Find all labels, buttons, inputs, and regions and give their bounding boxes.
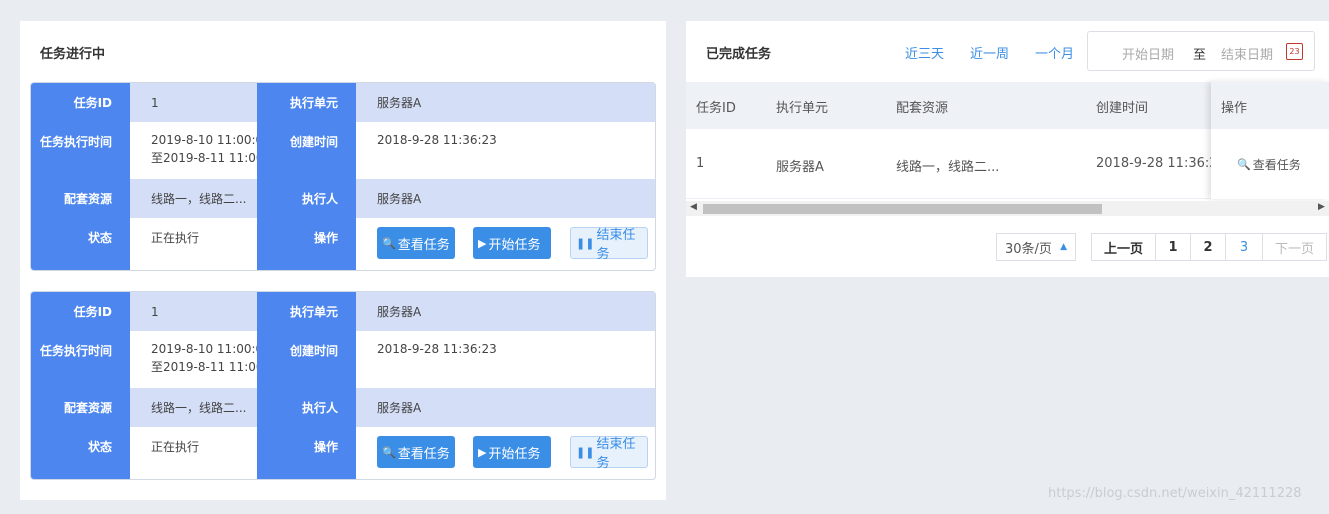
scroll-thumb[interactable]	[703, 204, 1102, 214]
label-action: 操作	[257, 218, 356, 270]
value-task-id: 1	[130, 292, 257, 331]
scroll-left-arrow-icon[interactable]: ◀	[690, 202, 697, 212]
page-1-button[interactable]: 1	[1155, 233, 1191, 261]
cell-resource: 线路一，线路二...	[896, 160, 1000, 175]
view-task-button[interactable]: 🔍 查看任务	[377, 436, 455, 468]
col-exec-unit: 执行单元	[776, 101, 829, 116]
value-exec-unit: 服务器A	[356, 292, 655, 331]
watermark: https://blog.csdn.net/weixin_42111228	[1048, 486, 1302, 501]
label-status: 状态	[31, 218, 130, 270]
task-row-id: 任务ID 1 执行单元 服务器A	[31, 292, 655, 331]
task-row-resource: 配套资源 线路一，线路二... 执行人 服务器A	[31, 179, 655, 218]
label-resource: 配套资源	[31, 179, 130, 218]
date-range-picker[interactable]: 开始日期 至 结束日期 23	[1087, 31, 1315, 71]
task-row-status: 状态 正在执行 操作 🔍 查看任务 ▶ 开始任务 ❚❚ 结束任务	[31, 218, 655, 270]
action-cell: 🔍 查看任务 ▶ 开始任务 ❚❚ 结束任务	[356, 427, 655, 479]
task-card: 任务ID 1 执行单元 服务器A 任务执行时间 2019-8-10 11:00:…	[30, 82, 656, 271]
label-executor: 执行人	[257, 179, 356, 218]
col-task-id: 任务ID	[696, 101, 736, 116]
quick-range-1-month[interactable]: 一个月	[1035, 43, 1074, 62]
label-exec-time: 任务执行时间	[31, 122, 130, 179]
document-search-icon: 🔍	[382, 236, 396, 250]
label-resource: 配套资源	[31, 388, 130, 427]
start-task-button[interactable]: ▶ 开始任务	[473, 227, 551, 259]
col-action: 操作	[1221, 101, 1248, 116]
quick-range-1-week[interactable]: 近一周	[970, 43, 1009, 62]
task-row-time: 任务执行时间 2019-8-10 11:00:00 至2019-8-11 11:…	[31, 122, 655, 179]
task-row-resource: 配套资源 线路一，线路二... 执行人 服务器A	[31, 388, 655, 427]
value-exec-time: 2019-8-10 11:00:00 至2019-8-11 11:00	[130, 331, 257, 388]
play-icon: ▶	[478, 445, 487, 459]
document-search-icon: 🔍	[1237, 158, 1251, 171]
value-status: 正在执行	[151, 231, 200, 245]
page-3-button[interactable]: 3	[1225, 233, 1263, 261]
end-task-button[interactable]: ❚❚ 结束任务	[570, 436, 648, 471]
pause-icon: ❚❚	[576, 445, 595, 459]
end-task-button[interactable]: ❚❚ 结束任务	[570, 227, 648, 262]
task-row-status: 状态 正在执行 操作 🔍 查看任务 ▶ 开始任务 ❚❚ 结束任务	[31, 427, 655, 479]
next-page-button[interactable]: 下一页	[1262, 233, 1327, 261]
cell-exec-unit: 服务器A	[776, 160, 824, 175]
start-task-button[interactable]: ▶ 开始任务	[473, 436, 551, 468]
page-size-select[interactable]: 30条/页 ▲	[996, 233, 1076, 261]
value-exec-unit: 服务器A	[356, 83, 655, 122]
document-search-icon: 🔍	[382, 445, 396, 459]
value-executor: 服务器A	[356, 179, 655, 218]
cell-task-id: 1	[696, 156, 705, 171]
label-exec-unit: 执行单元	[257, 292, 356, 331]
value-task-id: 1	[130, 83, 257, 122]
prev-page-button[interactable]: 上一页	[1091, 233, 1156, 261]
label-exec-time: 任务执行时间	[31, 331, 130, 388]
label-task-id: 任务ID	[31, 83, 130, 122]
value-exec-time: 2019-8-10 11:00:00 至2019-8-11 11:00	[130, 122, 257, 179]
end-date-input[interactable]: 结束日期	[1221, 44, 1273, 63]
completed-title: 已完成任务	[706, 47, 772, 62]
play-icon: ▶	[478, 236, 487, 250]
completed-panel: 已完成任务 近三天 近一周 一个月 开始日期 至 结束日期 23 任务ID 执行…	[686, 21, 1329, 277]
in-progress-title: 任务进行中	[40, 47, 106, 62]
chevron-up-icon: ▲	[1060, 242, 1067, 252]
in-progress-panel: 任务进行中 任务ID 1 执行单元 服务器A 任务执行时间 2019-8-10 …	[20, 21, 666, 500]
calendar-icon[interactable]: 23	[1286, 43, 1303, 60]
fixed-action-column: 操作 🔍 查看任务	[1211, 82, 1329, 199]
horizontal-scrollbar[interactable]: ◀ ▶	[686, 201, 1329, 216]
label-created: 创建时间	[257, 331, 356, 388]
value-resource: 线路一，线路二...	[130, 179, 257, 218]
exec-time-start: 2019-8-10 11:00:00	[151, 133, 257, 147]
col-created: 创建时间	[1096, 101, 1149, 116]
cell-created: 2018-9-28 11:36:23	[1096, 156, 1226, 171]
exec-time-end: 至2019-8-11 11:00	[151, 151, 257, 165]
value-created: 2018-9-28 11:36:23	[377, 342, 497, 356]
value-status: 正在执行	[151, 440, 200, 454]
pause-icon: ❚❚	[576, 236, 595, 250]
label-action: 操作	[257, 427, 356, 479]
label-created: 创建时间	[257, 122, 356, 179]
col-action-header: 操作	[1211, 82, 1329, 129]
start-date-input[interactable]: 开始日期	[1122, 44, 1174, 63]
label-task-id: 任务ID	[31, 292, 130, 331]
value-created: 2018-9-28 11:36:23	[377, 133, 497, 147]
exec-time-end: 至2019-8-11 11:00	[151, 360, 257, 374]
value-executor: 服务器A	[356, 388, 655, 427]
action-cell: 🔍 查看任务 ▶ 开始任务 ❚❚ 结束任务	[356, 218, 655, 270]
view-task-link[interactable]: 🔍 查看任务	[1237, 156, 1301, 173]
page-2-button[interactable]: 2	[1190, 233, 1226, 261]
label-status: 状态	[31, 427, 130, 479]
view-task-button[interactable]: 🔍 查看任务	[377, 227, 455, 259]
task-card: 任务ID 1 执行单元 服务器A 任务执行时间 2019-8-10 11:00:…	[30, 291, 656, 480]
col-resource: 配套资源	[896, 101, 949, 116]
value-resource: 线路一，线路二...	[130, 388, 257, 427]
scroll-right-arrow-icon[interactable]: ▶	[1318, 202, 1325, 212]
exec-time-start: 2019-8-10 11:00:00	[151, 342, 257, 356]
quick-range-3-days[interactable]: 近三天	[905, 43, 944, 62]
task-row-time: 任务执行时间 2019-8-10 11:00:00 至2019-8-11 11:…	[31, 331, 655, 388]
label-exec-unit: 执行单元	[257, 83, 356, 122]
label-executor: 执行人	[257, 388, 356, 427]
task-row-id: 任务ID 1 执行单元 服务器A	[31, 83, 655, 122]
date-range-separator: 至	[1193, 48, 1207, 63]
